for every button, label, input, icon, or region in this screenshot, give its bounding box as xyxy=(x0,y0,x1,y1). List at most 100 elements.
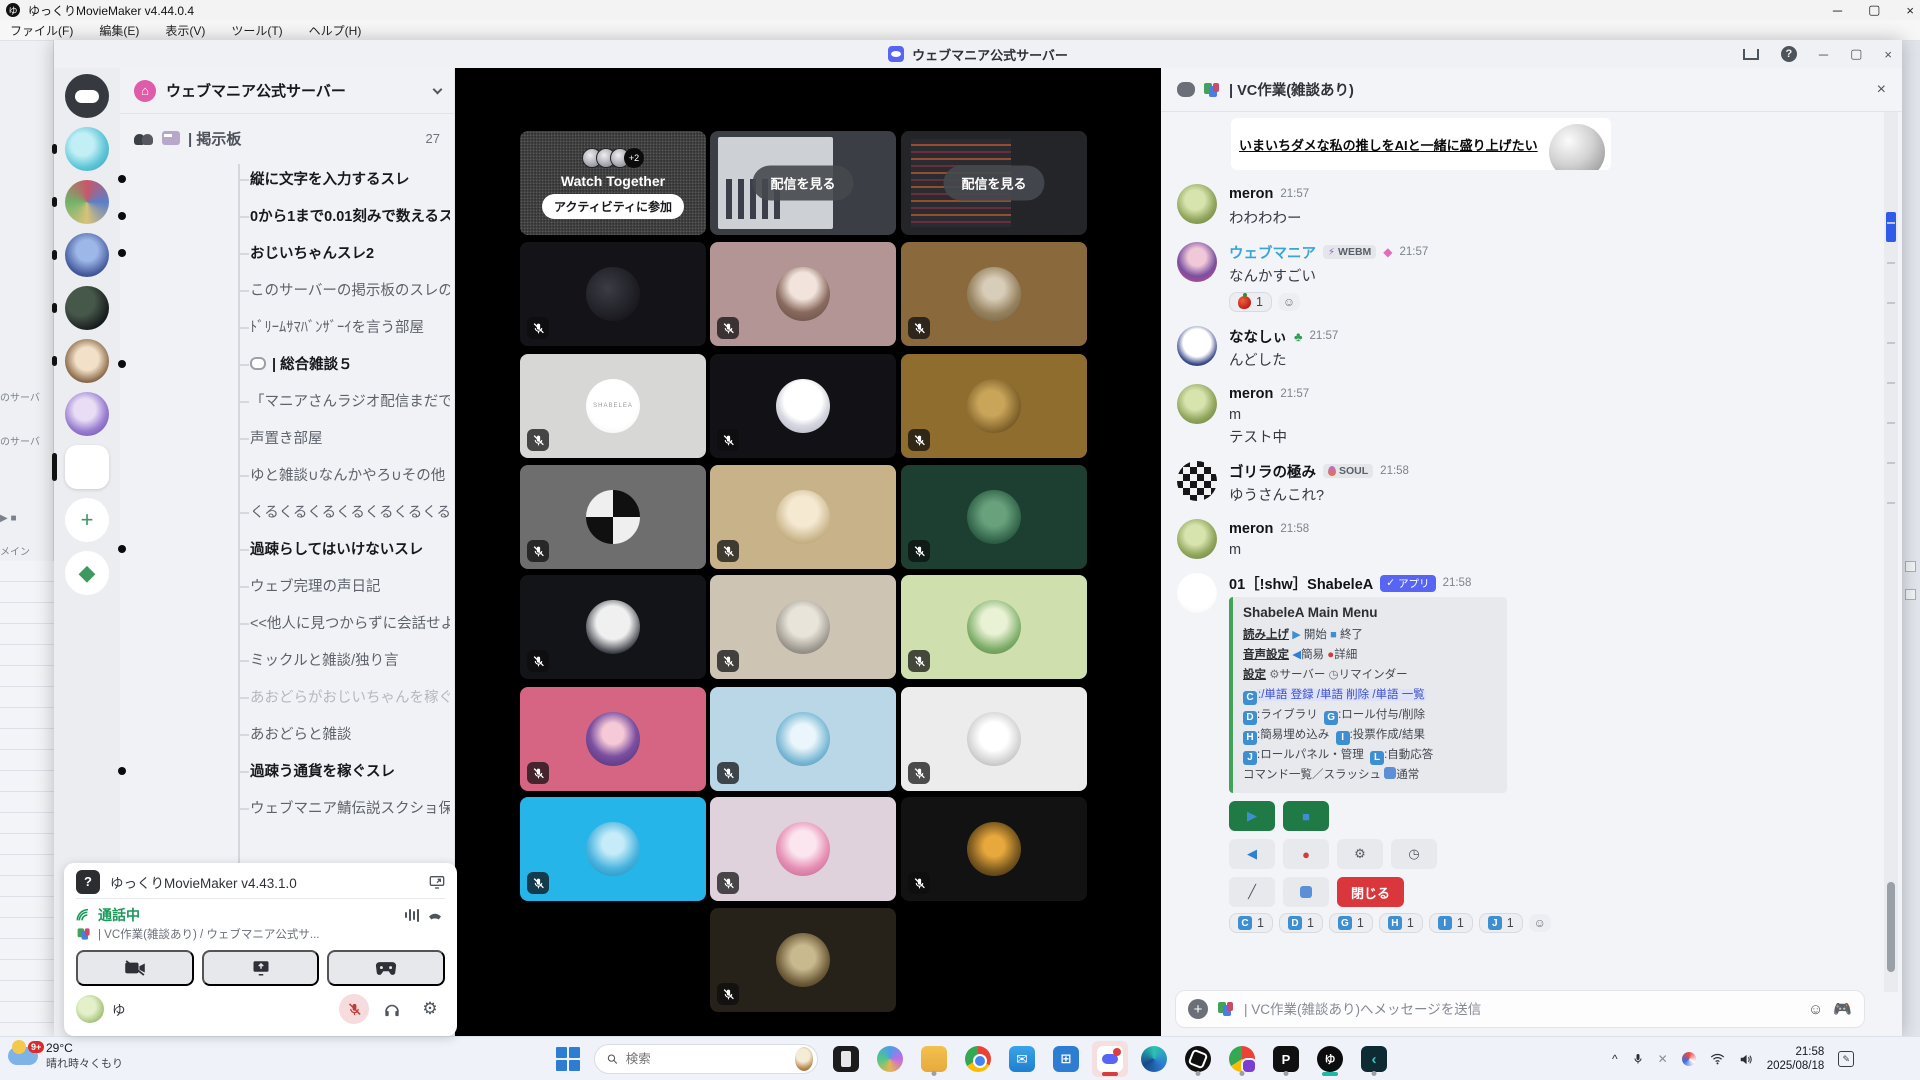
discord-maximize-button[interactable]: ▢ xyxy=(1850,46,1862,62)
taskbar-app-p-app[interactable]: P xyxy=(1268,1041,1304,1077)
mm-close-button[interactable]: × xyxy=(1906,3,1914,18)
image-attachment[interactable]: いまいちダメな私の推しをAIと一緒に盛り上げたい xyxy=(1231,118,1611,170)
video-tile[interactable] xyxy=(710,465,896,569)
mic-muted-button[interactable] xyxy=(339,994,369,1024)
add-reaction-button[interactable]: ☺ xyxy=(1529,914,1551,932)
taskbar-app-edge[interactable] xyxy=(1136,1041,1172,1077)
taskbar-app-mail[interactable]: ✉ xyxy=(1004,1041,1040,1077)
avatar[interactable] xyxy=(1177,573,1217,613)
watch-stream-button[interactable]: 配信を見る xyxy=(943,166,1044,201)
channel-item[interactable]: あおどらがおじいちゃんを稼ぐスレ xyxy=(120,678,455,715)
channel-item[interactable]: ﾄﾞﾘｰﾑｻﾏﾊﾞﾝｻﾞｰｲを言う部屋 xyxy=(120,308,455,345)
reaction-pill[interactable]: H1 xyxy=(1379,913,1423,933)
reaction-pill[interactable]: J1 xyxy=(1479,913,1523,933)
video-tile[interactable] xyxy=(520,242,706,346)
channel-item[interactable]: ゆと雑談∪なんかやろ∪その他 xyxy=(120,456,455,493)
explore-servers-button[interactable]: ◆ xyxy=(65,551,109,595)
reaction-pill[interactable]: 1 xyxy=(1229,292,1272,312)
message-input-bar[interactable]: + ☺ 🎮 xyxy=(1175,990,1865,1028)
video-tile[interactable] xyxy=(901,354,1087,458)
tts-start-button[interactable]: ▶ xyxy=(1229,801,1275,831)
server-icon[interactable] xyxy=(65,392,109,436)
taskbar-app-discord[interactable] xyxy=(1092,1041,1128,1077)
wifi-icon[interactable] xyxy=(1710,1053,1725,1065)
channel-item[interactable]: 声置き部屋 xyxy=(120,419,455,456)
color-sphere-icon[interactable] xyxy=(1682,1052,1696,1066)
attach-plus-icon[interactable]: + xyxy=(1188,999,1208,1019)
menu-file[interactable]: ファイル(F) xyxy=(10,22,73,39)
channel-item[interactable]: | 総合雑談５ xyxy=(120,345,455,382)
gamepad-icon[interactable]: 🎮 xyxy=(1833,1000,1852,1018)
reaction-pill[interactable]: G1 xyxy=(1329,913,1373,933)
menu-view[interactable]: 表示(V) xyxy=(165,22,205,39)
server-icon[interactable] xyxy=(65,339,109,383)
reaction-pill[interactable]: D1 xyxy=(1279,913,1323,933)
message-author[interactable]: meron xyxy=(1229,386,1273,402)
video-tile[interactable] xyxy=(710,242,896,346)
video-tile[interactable] xyxy=(520,575,706,679)
video-tile[interactable] xyxy=(901,575,1087,679)
reaction-pill[interactable]: I1 xyxy=(1429,913,1473,933)
mm-minimize-button[interactable]: ─ xyxy=(1833,3,1842,18)
message-author[interactable]: ゴリラの極み xyxy=(1229,461,1316,482)
video-tile[interactable] xyxy=(901,797,1087,901)
open-app-icon[interactable] xyxy=(429,874,445,890)
emoji-icon[interactable]: ☺ xyxy=(1808,1001,1823,1018)
video-tile[interactable] xyxy=(710,908,896,1012)
video-tile[interactable] xyxy=(710,354,896,458)
channel-item[interactable]: ウェブ完理の声日記 xyxy=(120,567,455,604)
home-button[interactable] xyxy=(65,74,109,118)
clock[interactable]: 21:58 2025/08/18 xyxy=(1767,1045,1825,1073)
taskbar-app-chatgpt[interactable] xyxy=(1180,1041,1216,1077)
avatar[interactable] xyxy=(1177,184,1217,224)
voice-settings-button[interactable]: ◀ xyxy=(1229,839,1275,869)
video-tile[interactable] xyxy=(710,687,896,791)
channel-item[interactable]: ウェブマニア鯖伝説スクショ保存場所 xyxy=(120,789,455,826)
chat-scrollbar[interactable] xyxy=(1884,112,1898,992)
taskbar-app-store[interactable]: ⊞ xyxy=(1048,1041,1084,1077)
call-channel-path[interactable]: | VC作業(雑談あり) / ウェブマニア公式サ... xyxy=(98,926,445,942)
active-server-icon[interactable] xyxy=(65,445,109,489)
mm-maximize-button[interactable]: ▢ xyxy=(1868,2,1880,18)
speaker-icon[interactable] xyxy=(1739,1053,1753,1066)
start-button[interactable] xyxy=(556,1047,580,1071)
search-bar[interactable] xyxy=(594,1044,818,1074)
weather-widget[interactable]: 9+ 29°C 晴れ時々くもり xyxy=(8,1041,123,1071)
video-tile[interactable] xyxy=(901,687,1087,791)
message-input[interactable] xyxy=(1244,1002,1798,1017)
channel-item[interactable]: おじいちゃんスレ2 xyxy=(120,234,455,271)
close-menu-button[interactable]: 閉じる xyxy=(1337,877,1404,907)
watch-stream-button[interactable]: 配信を見る xyxy=(752,166,853,201)
video-tile[interactable] xyxy=(520,687,706,791)
menu-tools[interactable]: ツール(T) xyxy=(231,22,282,39)
channel-item[interactable]: 0から1まで0.01刻みで数えるスレ xyxy=(120,197,455,234)
add-server-button[interactable]: + xyxy=(65,498,109,542)
server-settings-button[interactable]: ⚙ xyxy=(1337,839,1383,869)
taskbar-app-copilot[interactable] xyxy=(872,1041,908,1077)
avatar[interactable] xyxy=(1177,242,1217,282)
server-header[interactable]: ⌂ ウェブマニア公式サーバー xyxy=(120,68,455,114)
channel-item[interactable]: <<他人に見つからずに会話せよ>> xyxy=(120,604,455,641)
taskbar-app-chrome-profile[interactable] xyxy=(1224,1041,1260,1077)
channel-item[interactable]: 過疎う通貨を稼ぐスレ xyxy=(120,752,455,789)
activities-button[interactable] xyxy=(327,950,445,986)
channel-item[interactable]: 「マニアさんラジオ配信まだですか... xyxy=(120,382,455,419)
deafen-button[interactable] xyxy=(377,994,407,1024)
watch-together-tile[interactable]: +2 Watch Together アクティビティに参加 xyxy=(520,131,706,235)
discord-titlebar[interactable]: ウェブマニア公式サーバー ? ─ ▢ × xyxy=(54,40,1902,68)
channel-item[interactable]: ミックルと雑談/独り言 xyxy=(120,641,455,678)
taskbar-app-explorer[interactable] xyxy=(916,1041,952,1077)
message-author[interactable]: meron xyxy=(1229,186,1273,202)
taskbar-app-teal-app[interactable]: ‹ xyxy=(1356,1041,1392,1077)
pin-settings-button[interactable]: ● xyxy=(1283,839,1329,869)
taskbar-app-phone-link[interactable] xyxy=(828,1041,864,1077)
join-activity-button[interactable]: アクティビティに参加 xyxy=(542,194,684,219)
forum-channel[interactable]: | 掲示板 27 xyxy=(134,124,442,152)
menu-edit[interactable]: 編集(E) xyxy=(99,22,139,39)
notification-center-icon[interactable]: ✎ xyxy=(1838,1051,1854,1067)
channel-item[interactable]: 過疎らしてはいけないスレ xyxy=(120,530,455,567)
inbox-icon[interactable] xyxy=(1743,49,1759,60)
discord-minimize-button[interactable]: ─ xyxy=(1819,47,1828,62)
server-icon[interactable] xyxy=(65,233,109,277)
stream-tile[interactable]: 配信を見る xyxy=(710,131,896,235)
